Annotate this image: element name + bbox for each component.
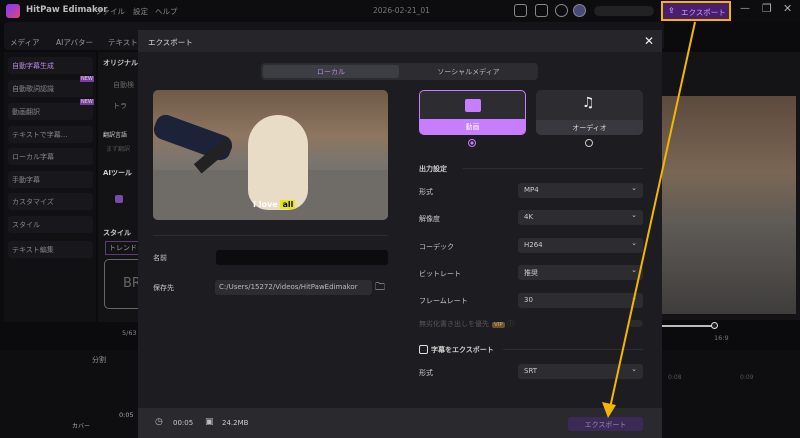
arrow-line xyxy=(609,21,696,409)
annotation-arrow xyxy=(602,21,696,418)
arrow-head xyxy=(602,402,616,418)
